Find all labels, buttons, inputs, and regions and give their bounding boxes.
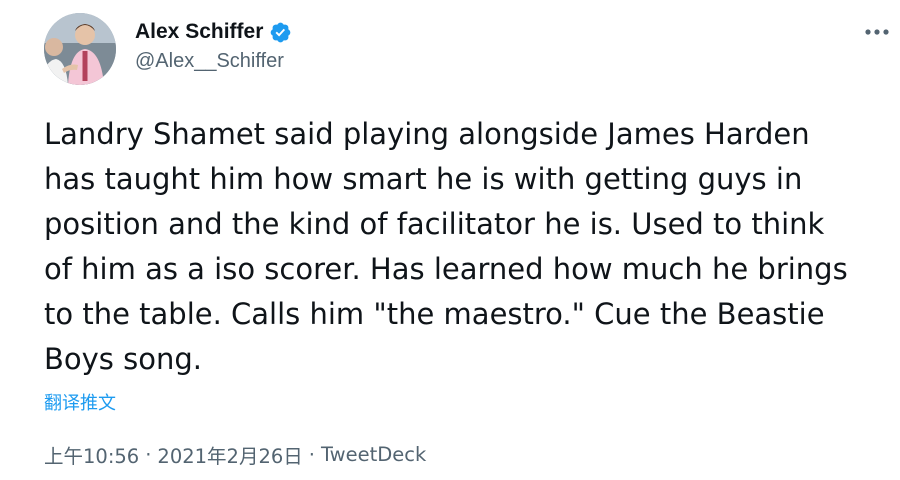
verified-badge-icon (269, 21, 292, 44)
translate-tweet-link[interactable]: 翻译推文 (44, 389, 116, 415)
tweet-card: Alex Schiffer @Alex__Schiffer Landry Sha… (0, 0, 900, 480)
more-horizontal-icon[interactable] (860, 18, 894, 46)
tweet-metadata: 上午10:56 · 2021年2月26日 · TweetDeck (44, 440, 426, 469)
tweet-text-line: has taught him how smart he is with gett… (44, 162, 803, 196)
tweet-text-line: of him as a iso scorer. Has learned how … (44, 252, 848, 286)
avatar[interactable] (44, 13, 116, 85)
tweet-source[interactable]: TweetDeck (321, 443, 426, 466)
tweet-time[interactable]: 上午10:56 (44, 440, 139, 469)
tweet-text-line: Boys song. (44, 342, 202, 376)
name-row: Alex Schiffer (135, 18, 292, 46)
meta-separator: · (308, 443, 315, 466)
author-handle[interactable]: @Alex__Schiffer (135, 50, 292, 73)
tweet-text: Landry Shamet said playing alongside Jam… (44, 112, 894, 382)
author-block: Alex Schiffer @Alex__Schiffer (135, 18, 292, 73)
tweet-text-line: Landry Shamet said playing alongside Jam… (44, 117, 810, 151)
tweet-date[interactable]: 2021年2月26日 (157, 440, 302, 469)
meta-separator: · (145, 443, 152, 466)
avatar-image (44, 13, 116, 85)
tweet-text-line: to the table. Calls him "the maestro." C… (44, 297, 825, 331)
author-display-name[interactable]: Alex Schiffer (135, 20, 263, 44)
tweet-text-line: position and the kind of facilitator he … (44, 207, 825, 241)
